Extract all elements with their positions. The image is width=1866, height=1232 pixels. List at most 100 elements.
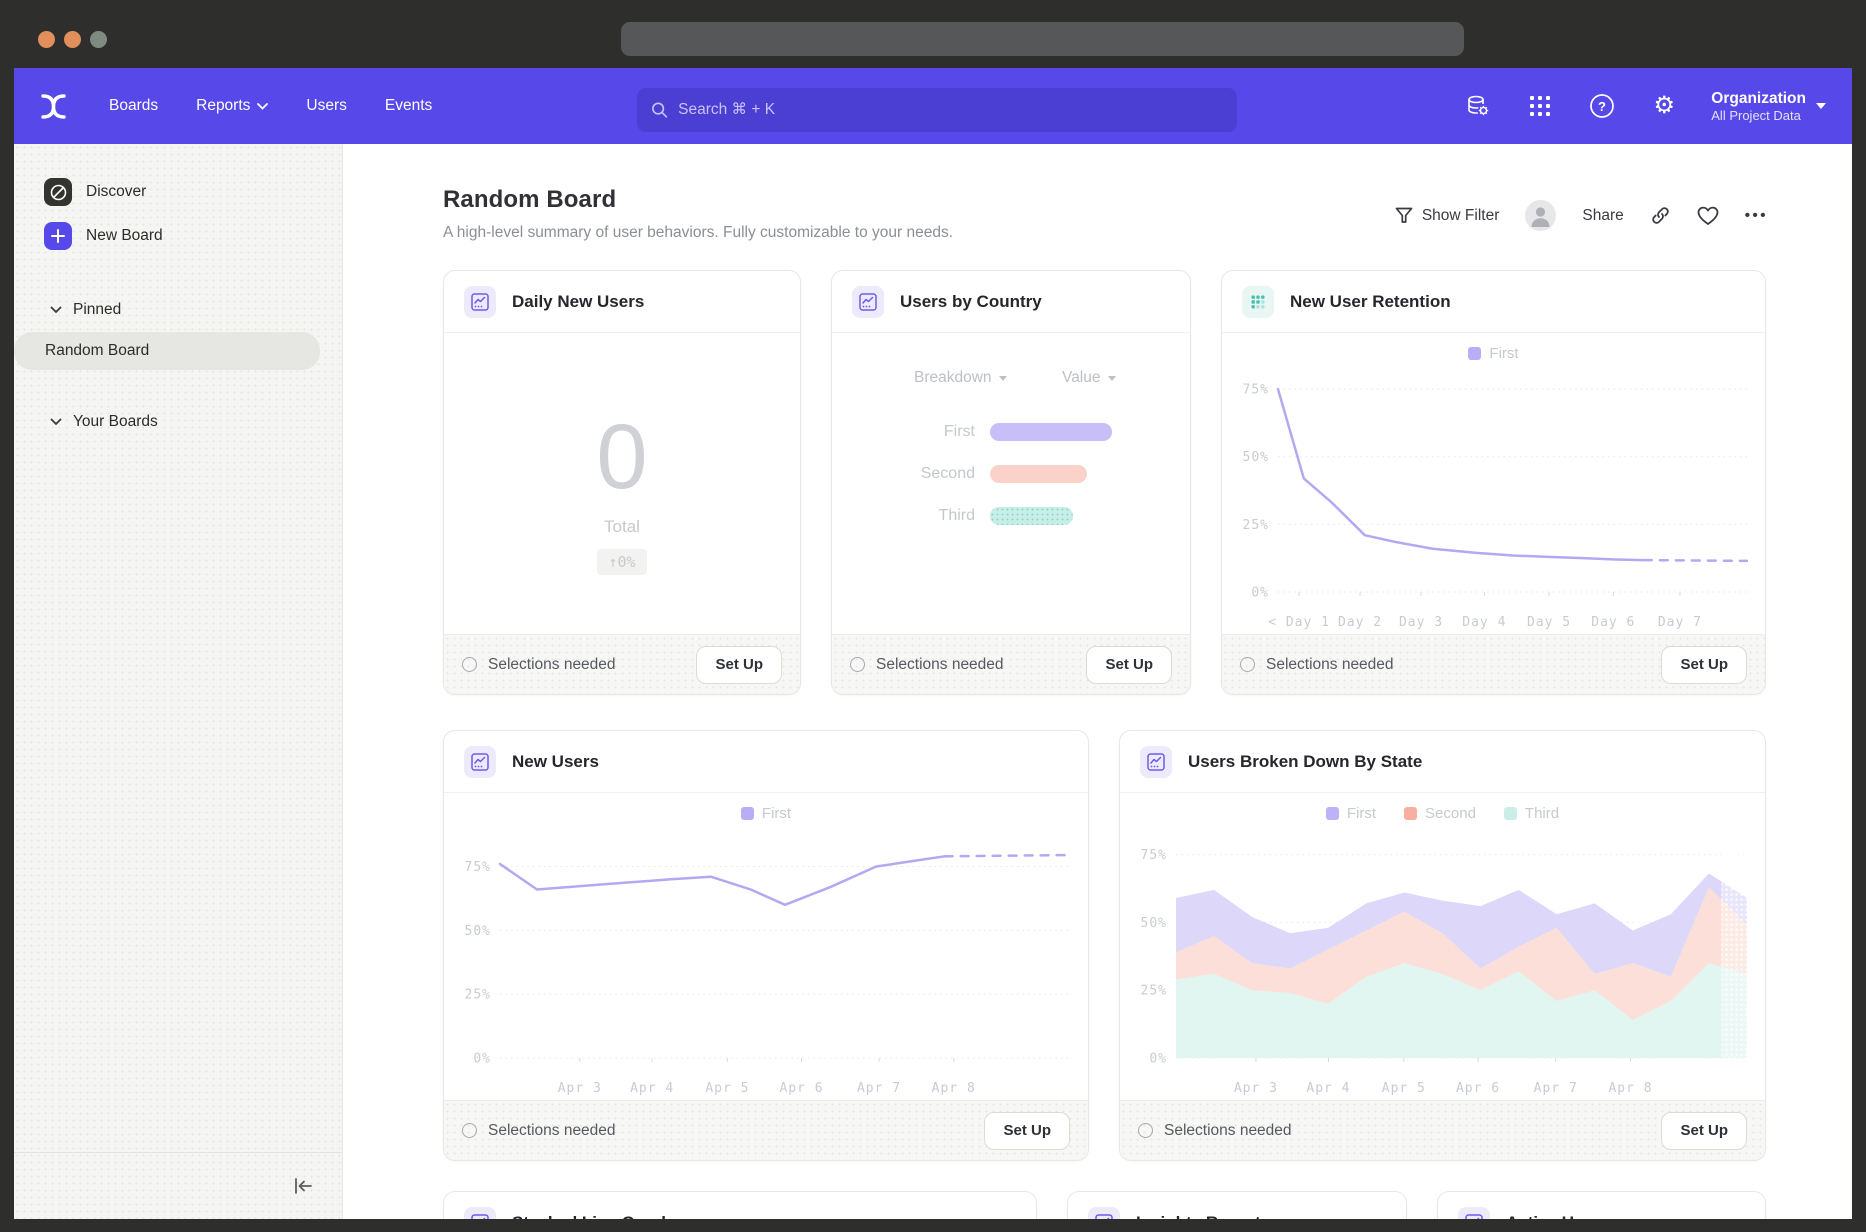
breakdown-dropdown-label: Breakdown xyxy=(914,369,992,387)
card-header: New User Retention xyxy=(1222,271,1765,333)
copy-link-icon[interactable] xyxy=(1650,205,1671,226)
org-switcher[interactable]: Organization All Project Data xyxy=(1711,89,1826,124)
svg-text:Apr 5: Apr 5 xyxy=(705,1081,749,1096)
card-users-by-state: Users Broken Down By State First S xyxy=(1119,730,1766,1161)
card-new-users: New Users First 75%50%25%0%Apr 3Apr 4Apr… xyxy=(443,730,1089,1161)
status-circle-icon xyxy=(462,1123,477,1138)
legend-item: First xyxy=(1326,805,1376,822)
card-body: First 75%50%25%0%< Day 1Day 2Day 3Day 4D… xyxy=(1222,333,1765,634)
page-header-text: Random Board A high-level summary of use… xyxy=(443,186,953,242)
svg-text:25%: 25% xyxy=(1141,984,1167,999)
sidebar-section-pinned[interactable]: Pinned xyxy=(14,292,342,328)
browser-tab-pill[interactable] xyxy=(621,22,1464,56)
bar-row: First xyxy=(832,411,1190,453)
mixpanel-logo-icon[interactable] xyxy=(40,93,67,120)
help-icon[interactable]: ? xyxy=(1587,91,1617,121)
card-daily-new-users: Daily New Users 0 Total ↑0% Selections n… xyxy=(443,270,801,695)
card-footer: Selections needed Set Up xyxy=(444,634,800,694)
favorite-heart-icon[interactable] xyxy=(1697,206,1719,226)
settings-gear-icon[interactable]: ⚙ xyxy=(1649,91,1679,121)
global-search[interactable] xyxy=(637,88,1237,132)
chevron-down-icon xyxy=(1816,103,1826,109)
country-bar-rows: First Second Third xyxy=(832,411,1190,537)
nav-item-events[interactable]: Events xyxy=(385,97,432,115)
collapse-sidebar-icon[interactable] xyxy=(292,1176,314,1196)
metric-label: Total xyxy=(604,517,640,537)
set-up-button[interactable]: Set Up xyxy=(1661,1112,1747,1150)
set-up-button[interactable]: Set Up xyxy=(1086,646,1172,684)
legend-item: First xyxy=(1468,345,1518,362)
sidebar-pinned-label: Pinned xyxy=(73,301,121,319)
card-header: Insights Report xyxy=(1068,1192,1406,1219)
status-circle-icon xyxy=(1138,1123,1153,1138)
chart-legend: First Second Third xyxy=(1120,805,1765,822)
svg-text:75%: 75% xyxy=(1141,848,1167,863)
card-title: Users by Country xyxy=(900,292,1042,312)
bar-row-label: First xyxy=(832,423,990,441)
breakdown-dropdown[interactable]: Breakdown xyxy=(914,369,1007,387)
legend-label: Third xyxy=(1525,805,1559,822)
svg-text:Apr 3: Apr 3 xyxy=(1234,1081,1278,1096)
svg-text:Apr 4: Apr 4 xyxy=(630,1081,674,1096)
avatar[interactable] xyxy=(1525,200,1556,231)
card-stacked-line-graph: Stacked Line Graph xyxy=(443,1191,1037,1219)
data-management-icon[interactable] xyxy=(1463,91,1493,121)
card-header: Active Users xyxy=(1438,1192,1765,1219)
svg-text:Apr 4: Apr 4 xyxy=(1306,1081,1350,1096)
svg-text:Day 7: Day 7 xyxy=(1658,615,1702,630)
card-title: Daily New Users xyxy=(512,292,644,312)
window-controls xyxy=(38,31,107,48)
card-new-user-retention: New User Retention First 75%50%25%0%< Da… xyxy=(1221,270,1766,695)
minimize-window-button[interactable] xyxy=(64,31,81,48)
sidebar-item-random-board[interactable]: Random Board xyxy=(14,332,320,370)
bar-second xyxy=(990,465,1087,483)
search-icon xyxy=(651,101,668,119)
nav-item-reports[interactable]: Reports xyxy=(196,97,268,115)
sidebar-new-board-label: New Board xyxy=(86,227,163,245)
zoom-window-button[interactable] xyxy=(90,31,107,48)
more-options-icon[interactable]: ••• xyxy=(1745,207,1768,224)
svg-text:0%: 0% xyxy=(473,1052,491,1067)
nav-item-users[interactable]: Users xyxy=(306,97,346,115)
card-body: Breakdown Value First xyxy=(832,333,1190,634)
card-header: Daily New Users xyxy=(444,271,800,333)
search-input[interactable] xyxy=(678,101,1223,119)
apps-grid-icon[interactable] xyxy=(1525,91,1555,121)
chevron-down-icon xyxy=(50,418,62,426)
org-project: All Project Data xyxy=(1711,108,1806,124)
card-title: Insights Report xyxy=(1136,1213,1261,1220)
svg-text:Apr 6: Apr 6 xyxy=(779,1081,823,1096)
svg-text:75%: 75% xyxy=(1243,383,1269,398)
show-filter-label: Show Filter xyxy=(1422,207,1500,225)
sidebar-item-new-board[interactable]: New Board xyxy=(14,214,342,258)
set-up-button[interactable]: Set Up xyxy=(696,646,782,684)
close-window-button[interactable] xyxy=(38,31,55,48)
card-footer: Selections needed Set Up xyxy=(1222,634,1765,694)
card-title: Active Users xyxy=(1506,1213,1609,1220)
sidebar-item-discover[interactable]: Discover xyxy=(14,170,342,214)
nav-item-events-label: Events xyxy=(385,97,432,115)
share-button[interactable]: Share xyxy=(1582,207,1623,225)
svg-text:Day 5: Day 5 xyxy=(1527,615,1571,630)
card-insights-report: Insights Report xyxy=(1067,1191,1407,1219)
chevron-down-icon xyxy=(999,376,1007,381)
nav-left: Boards Reports Users Events xyxy=(40,93,432,120)
show-filter-button[interactable]: Show Filter xyxy=(1395,207,1500,225)
svg-text:25%: 25% xyxy=(465,988,491,1003)
nav-item-users-label: Users xyxy=(306,97,346,115)
svg-text:Day 3: Day 3 xyxy=(1399,615,1443,630)
legend-swatch xyxy=(1504,807,1517,820)
window-titlebar xyxy=(0,0,1866,68)
sidebar-your-boards-label: Your Boards xyxy=(73,413,158,431)
set-up-button[interactable]: Set Up xyxy=(984,1112,1070,1150)
svg-text:Day 2: Day 2 xyxy=(1338,615,1382,630)
sidebar-section-your-boards[interactable]: Your Boards xyxy=(14,404,342,440)
value-dropdown[interactable]: Value xyxy=(1062,369,1116,387)
nav-item-boards[interactable]: Boards xyxy=(109,97,158,115)
set-up-button[interactable]: Set Up xyxy=(1661,646,1747,684)
svg-text:50%: 50% xyxy=(1141,916,1167,931)
bar-row-label: Second xyxy=(832,465,990,483)
sidebar-discover-label: Discover xyxy=(86,183,146,201)
share-label: Share xyxy=(1582,207,1623,225)
main-content: Random Board A high-level summary of use… xyxy=(343,144,1852,1219)
